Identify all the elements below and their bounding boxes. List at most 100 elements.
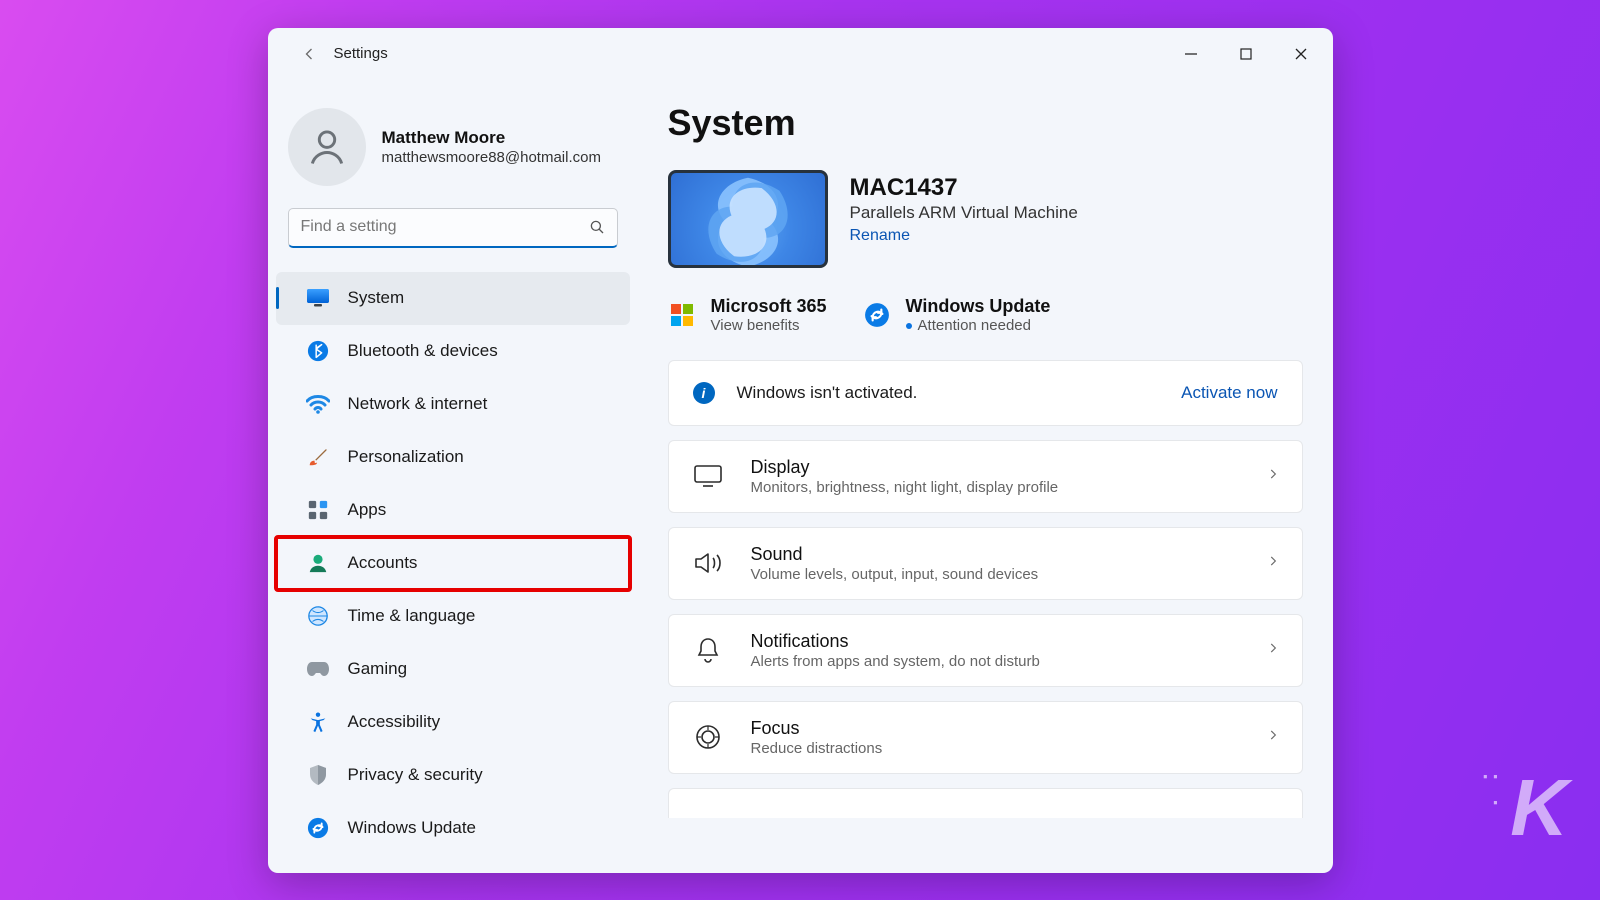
settings-window: Settings Matthew Moore matthewsmoore88@ [268,28,1333,873]
sidebar-item-label: Gaming [348,659,408,679]
microsoft-icon [668,301,696,329]
sidebar-item-privacy[interactable]: Privacy & security [276,749,630,802]
card-subtitle: Alerts from apps and system, do not dist… [751,653,1040,670]
card-subtitle: Volume levels, output, input, sound devi… [751,566,1039,583]
accessibility-icon [306,710,330,734]
card-display[interactable]: Display Monitors, brightness, night ligh… [668,440,1303,513]
profile-email: matthewsmoore88@hotmail.com [382,149,601,166]
sidebar-item-time-language[interactable]: Time & language [276,590,630,643]
sidebar-item-label: Apps [348,500,387,520]
card-title: Notifications [751,631,1040,652]
device-name: MAC1437 [850,174,1078,202]
maximize-icon [1240,48,1252,60]
close-icon [1295,48,1307,60]
person-icon [305,125,349,169]
minimize-button[interactable] [1164,34,1219,74]
sidebar-item-windows-update[interactable]: Windows Update [276,802,630,855]
card-notifications[interactable]: Notifications Alerts from apps and syste… [668,614,1303,687]
gamepad-icon [306,657,330,681]
device-thumbnail [668,170,828,268]
card-focus[interactable]: Focus Reduce distractions [668,701,1303,774]
card-subtitle: Monitors, brightness, night light, displ… [751,479,1059,496]
accounts-icon [306,551,330,575]
window-title: Settings [334,45,388,62]
tile-subtitle: Attention needed [906,317,1051,334]
sidebar-nav: System Bluetooth & devices Network & int… [268,266,638,873]
watermark: ∙∙ ∙K [1510,762,1564,854]
card-sound[interactable]: Sound Volume levels, output, input, soun… [668,527,1303,600]
sidebar-item-accessibility[interactable]: Accessibility [276,696,630,749]
display-icon [691,459,725,493]
focus-icon [691,720,725,754]
chevron-right-icon [1266,728,1280,747]
chevron-right-icon [1266,641,1280,660]
banner-text: Windows isn't activated. [737,383,918,403]
maximize-button[interactable] [1219,34,1274,74]
update-icon [306,816,330,840]
wifi-icon [306,392,330,416]
sidebar-item-label: Accounts [348,553,418,573]
chevron-right-icon [1266,554,1280,573]
tile-title: Windows Update [906,296,1051,317]
rename-link[interactable]: Rename [850,227,1078,245]
monitor-icon [306,286,330,310]
chevron-right-icon [1266,467,1280,486]
page-title: System [668,102,1303,144]
info-icon: i [693,382,715,404]
update-circle-icon [863,301,891,329]
tile-windows-update[interactable]: Windows Update Attention needed [863,296,1051,334]
sidebar-item-label: Personalization [348,447,464,467]
sidebar-item-personalization[interactable]: Personalization [276,431,630,484]
arrow-left-icon [299,44,319,64]
settings-cards: Display Monitors, brightness, night ligh… [668,440,1303,818]
sidebar-item-label: Bluetooth & devices [348,341,498,361]
sidebar-item-label: Windows Update [348,818,477,838]
bluetooth-icon [306,339,330,363]
card-title: Focus [751,718,883,739]
sidebar-item-bluetooth[interactable]: Bluetooth & devices [276,325,630,378]
sound-icon [691,546,725,580]
sidebar-item-label: Network & internet [348,394,488,414]
card-title: Sound [751,544,1039,565]
card-partial [668,788,1303,818]
sidebar-item-apps[interactable]: Apps [276,484,630,537]
back-button[interactable] [290,35,328,73]
card-title: Display [751,457,1059,478]
activate-link[interactable]: Activate now [1181,383,1277,403]
quick-tiles: Microsoft 365 View benefits Windows Upda… [668,296,1303,334]
search [288,208,618,248]
sidebar-item-gaming[interactable]: Gaming [276,643,630,696]
sidebar-item-network[interactable]: Network & internet [276,378,630,431]
sidebar-item-accounts[interactable]: Accounts [276,537,630,590]
search-input[interactable] [288,208,618,248]
search-icon [588,218,606,241]
paintbrush-icon [306,445,330,469]
card-subtitle: Reduce distractions [751,740,883,757]
tile-m365[interactable]: Microsoft 365 View benefits [668,296,827,334]
bloom-icon [668,170,828,268]
attention-dot-icon [906,323,912,329]
sidebar-item-label: System [348,288,405,308]
sidebar-item-label: Time & language [348,606,476,626]
close-button[interactable] [1274,34,1329,74]
tile-subtitle: View benefits [711,317,827,334]
sidebar-item-system[interactable]: System [276,272,630,325]
activation-banner: i Windows isn't activated. Activate now [668,360,1303,426]
profile[interactable]: Matthew Moore matthewsmoore88@hotmail.co… [268,90,638,208]
tile-title: Microsoft 365 [711,296,827,317]
main-content: System MAC1437 Parallels ARM Virtual Mac… [638,80,1333,873]
window-controls [1164,34,1329,74]
sidebar-item-label: Accessibility [348,712,441,732]
minimize-icon [1185,48,1197,60]
sidebar: Matthew Moore matthewsmoore88@hotmail.co… [268,80,638,873]
globe-clock-icon [306,604,330,628]
device-description: Parallels ARM Virtual Machine [850,203,1078,223]
sidebar-item-label: Privacy & security [348,765,483,785]
bell-icon [691,633,725,667]
profile-name: Matthew Moore [382,128,601,148]
device-summary: MAC1437 Parallels ARM Virtual Machine Re… [668,170,1303,268]
apps-icon [306,498,330,522]
shield-icon [306,763,330,787]
titlebar: Settings [268,28,1333,80]
avatar [288,108,366,186]
